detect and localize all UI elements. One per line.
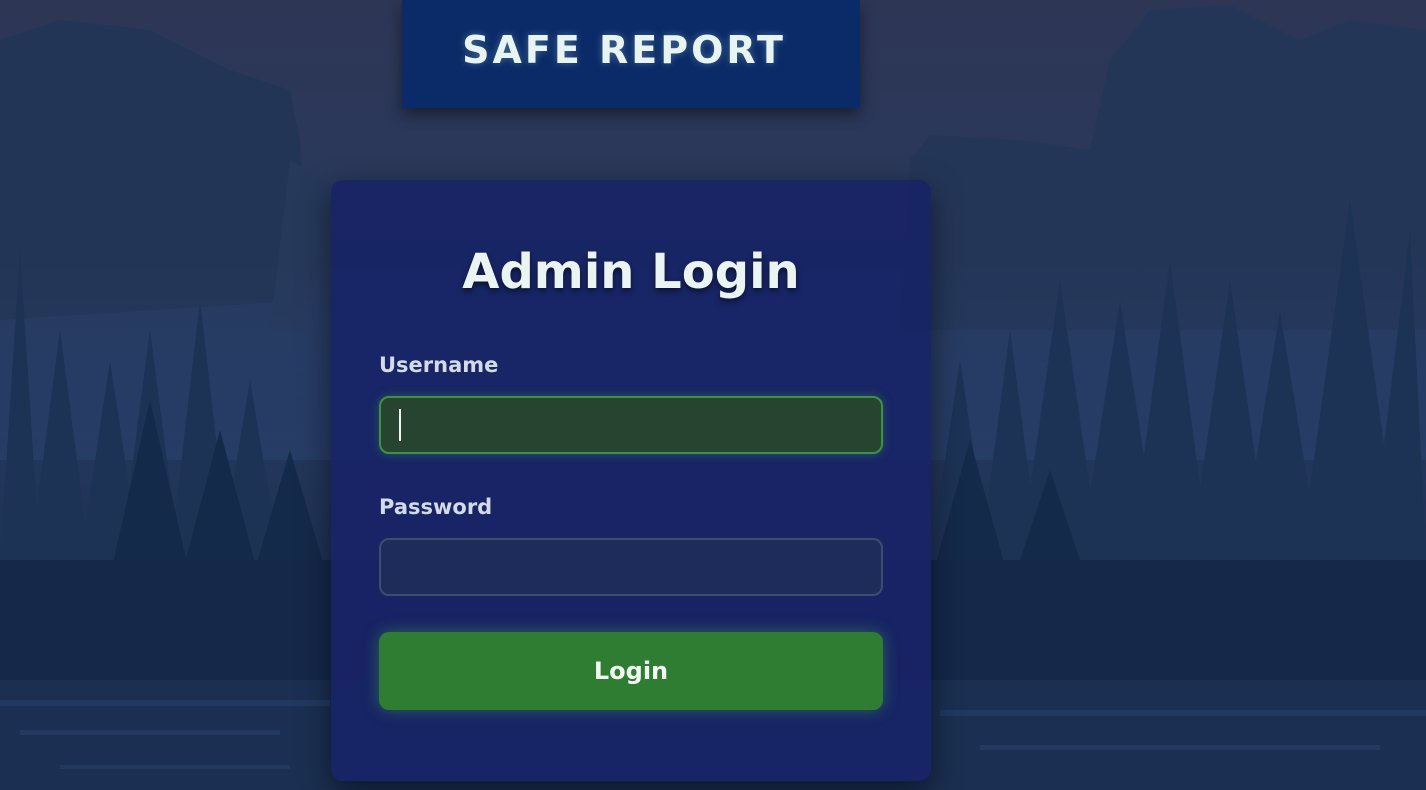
- username-input[interactable]: [379, 396, 883, 454]
- login-title: Admin Login: [462, 244, 800, 300]
- password-input[interactable]: [379, 538, 883, 596]
- login-button[interactable]: Login: [379, 632, 883, 710]
- login-card: Admin Login Username Password Login: [331, 180, 931, 781]
- password-label: Password: [379, 495, 493, 519]
- site-title: SAFE REPORT: [462, 28, 786, 72]
- text-cursor: [399, 409, 401, 441]
- header-banner: SAFE REPORT: [402, 0, 860, 108]
- username-label: Username: [379, 353, 499, 377]
